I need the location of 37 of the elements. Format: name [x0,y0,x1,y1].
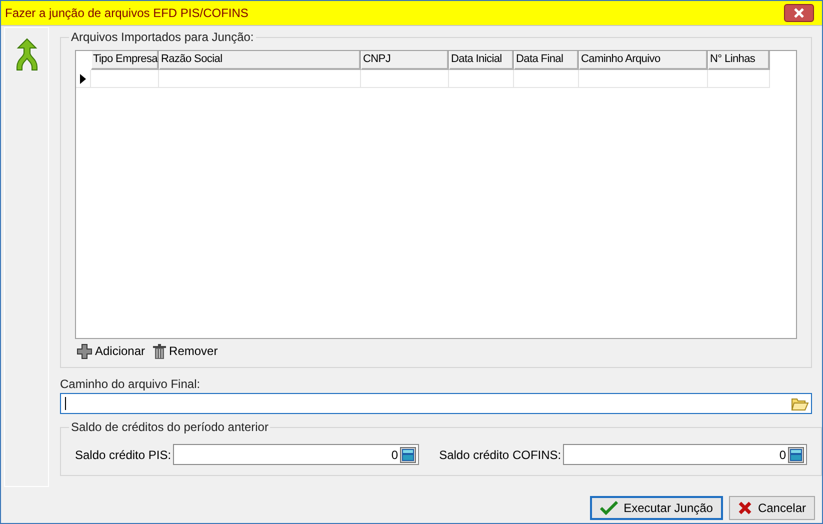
text-cursor [65,397,66,410]
table-cell [708,70,770,88]
folder-icon[interactable] [791,396,809,412]
add-button[interactable]: Adicionar [77,342,146,360]
amount-value: 0 [391,446,398,464]
column-header[interactable]: Caminho Arquivo [579,51,708,70]
amount-field[interactable]: 0 [563,444,808,465]
current-row-icon [80,74,86,84]
final-path-field[interactable] [60,393,812,414]
remove-button[interactable]: Remover [153,342,218,360]
amount-value: 0 [779,446,786,464]
field-label: Caminho do arquivo Final: [60,376,202,390]
column-header[interactable]: Razão Social [159,51,361,70]
group-title: Saldo de créditos do período anterior [70,419,270,436]
execute-button[interactable]: Executar Junção [590,496,723,520]
window-title: Fazer a junção de arquivos EFD PIS/COFINS [5,5,250,22]
x-icon [738,501,752,515]
table-cell [449,70,514,88]
field-label: Saldo crédito PIS: [75,446,172,464]
calculator-icon[interactable] [400,446,416,462]
group-title: Arquivos Importados para Junção: [70,29,255,46]
close-icon [793,8,805,18]
column-header[interactable]: Data Inicial [449,51,514,70]
close-button[interactable] [784,4,814,22]
plus-icon [77,344,92,358]
merge-arrow-icon [14,37,40,71]
column-header[interactable]: CNPJ [361,51,449,70]
column-header[interactable]: Data Final [514,51,579,70]
calculator-icon[interactable] [788,446,804,462]
column-header[interactable]: Tipo Empresa [91,51,159,70]
field-label: Saldo crédito COFINS: [439,446,562,464]
table-cell [514,70,579,88]
amount-field[interactable]: 0 [173,444,420,465]
column-header[interactable]: N° Linhas [708,51,770,70]
trash-icon [153,344,166,358]
cancel-button[interactable]: Cancelar [728,496,815,520]
check-icon [600,501,618,515]
